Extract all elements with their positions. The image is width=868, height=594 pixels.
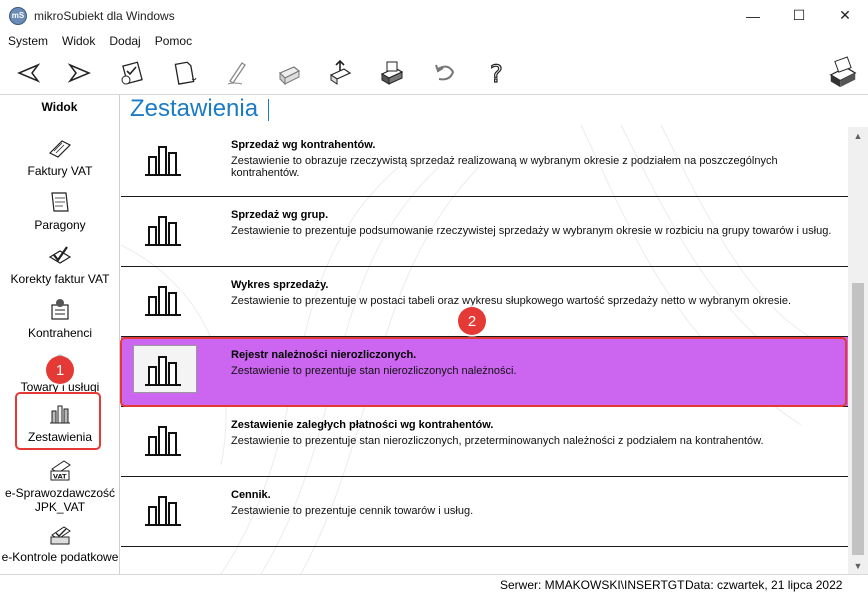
print-preview-icon <box>380 61 404 85</box>
forward-arrow-icon <box>67 62 91 83</box>
report-row-sprzedaz-kontrahentow[interactable]: Sprzedaż wg kontrahentów. Zestawienie to… <box>121 127 848 197</box>
contacts-icon <box>51 299 69 320</box>
print-button[interactable] <box>271 56 305 90</box>
sidebar: Widok Faktury VAT Paragony Korekty faktu… <box>0 95 120 574</box>
status-bar: Serwer: MMAKOWSKI\INSERTGT Data: czwarte… <box>0 574 868 594</box>
sidebar-title: Widok <box>41 100 78 114</box>
edit-button[interactable] <box>219 56 253 90</box>
sidebar-item-label: e-Kontrole podatkowe <box>1 550 119 564</box>
title-cursor <box>268 98 270 121</box>
help-button[interactable]: ? <box>479 56 513 90</box>
tax-control-icon <box>50 526 71 545</box>
annotation-highlight-sidebar <box>15 392 101 450</box>
svg-text:?: ? <box>490 60 503 87</box>
status-date: Data: czwartek, 21 lipca 2022 <box>685 578 843 592</box>
svg-text:VAT: VAT <box>53 473 67 481</box>
forward-button[interactable] <box>63 56 97 90</box>
toolbar: ? <box>0 51 868 95</box>
app-icon: mS <box>9 6 27 25</box>
print-preview-button[interactable] <box>375 56 409 90</box>
annotation-highlight-row <box>120 337 847 407</box>
maximize-button[interactable]: ☐ <box>776 0 822 31</box>
menu-widok[interactable]: Widok <box>62 34 95 48</box>
sidebar-item-kontrahenci[interactable]: Kontrahenci <box>0 297 120 340</box>
bar-chart-icon <box>145 496 181 526</box>
report-description: Zestawienie to prezentuje stan nierozlic… <box>231 435 764 447</box>
window-title: mikroSubiekt dla Windows <box>34 8 175 23</box>
correction-icon <box>48 246 72 264</box>
scroll-up-icon[interactable]: ▲ <box>848 127 868 144</box>
menu-system[interactable]: System <box>8 34 48 48</box>
checklist-button[interactable] <box>115 56 149 90</box>
report-description: Zestawienie to obrazuje rzeczywistą sprz… <box>231 155 778 179</box>
sidebar-item-label: Kontrahenci <box>27 326 93 340</box>
report-title: Sprzedaż wg grup. <box>231 209 329 221</box>
checklist-icon <box>121 60 143 84</box>
sidebar-item-label-2: JPK_VAT <box>34 500 86 514</box>
printer-icon <box>278 65 301 85</box>
sidebar-item-label: Korekty faktur VAT <box>10 272 110 286</box>
invoice-icon <box>48 140 72 158</box>
receipt-icon <box>51 192 69 212</box>
report-row-zalegle-platnosci[interactable]: Zestawienie zaległych płatności wg kontr… <box>121 407 848 477</box>
report-title: Zestawienie zaległych płatności wg kontr… <box>231 419 494 431</box>
report-title: Sprzedaż wg kontrahentów. <box>231 139 376 151</box>
sidebar-item-label: e-Sprawozdawczość <box>4 486 116 500</box>
minimize-button[interactable]: — <box>730 0 776 31</box>
sidebar-item-faktury-vat[interactable]: Faktury VAT <box>0 135 120 178</box>
new-document-button[interactable] <box>167 56 201 90</box>
help-icon: ? <box>489 59 503 87</box>
sidebar-item-label: Paragony <box>34 218 86 232</box>
export-arrow-icon <box>329 59 352 85</box>
main-panel: Zestawienia Sprzedaż wg kontrahentów. Ze… <box>121 95 848 574</box>
back-button[interactable] <box>11 56 45 90</box>
close-button[interactable]: ✕ <box>822 0 868 31</box>
report-row-cennik[interactable]: Cennik. Zestawienie to prezentuje cennik… <box>121 477 848 547</box>
edit-pen-icon <box>227 61 246 84</box>
back-arrow-icon <box>17 62 41 83</box>
status-server: Serwer: MMAKOWSKI\INSERTGT <box>500 578 685 592</box>
menu-pomoc[interactable]: Pomoc <box>155 34 192 48</box>
undo-icon <box>435 64 455 80</box>
bar-chart-icon <box>145 426 181 456</box>
scroll-thumb[interactable] <box>852 283 864 555</box>
bar-chart-icon <box>145 216 181 246</box>
export-button[interactable] <box>323 56 357 90</box>
scroll-down-icon[interactable]: ▼ <box>848 557 868 574</box>
vat-icon: VAT <box>50 460 71 481</box>
bar-chart-icon <box>145 286 181 316</box>
annotation-badge-2: 2 <box>458 307 486 335</box>
sidebar-item-label: Faktury VAT <box>27 164 93 178</box>
report-description: Zestawienie to prezentuje cennik towarów… <box>231 505 474 517</box>
report-title: Wykres sprzedaży. <box>231 279 329 291</box>
report-description: Zestawienie to prezentuje w postaci tabe… <box>231 295 792 307</box>
vertical-scrollbar[interactable]: ▲ ▼ <box>848 127 868 574</box>
report-row-sprzedaz-grup[interactable]: Sprzedaż wg grup. Zestawienie to prezent… <box>121 197 848 267</box>
page-title: Zestawienia <box>130 95 270 125</box>
sidebar-item-paragony[interactable]: Paragony <box>0 189 120 232</box>
report-description: Zestawienie to prezentuje podsumowanie r… <box>231 225 832 237</box>
title-bar: mS mikroSubiekt dla Windows — ☐ ✕ <box>0 0 868 31</box>
sidebar-item-jpk-vat[interactable]: VAT e-Sprawozdawczość JPK_VAT <box>0 457 120 514</box>
report-title: Cennik. <box>231 489 271 501</box>
bar-chart-icon <box>145 146 181 176</box>
undo-button[interactable] <box>427 56 461 90</box>
menu-bar: System Widok Dodaj Pomoc <box>0 31 868 51</box>
new-document-icon <box>174 61 197 85</box>
fax-printer-icon <box>829 56 857 88</box>
sidebar-item-korekty[interactable]: Korekty faktur VAT <box>0 243 120 286</box>
annotation-badge-1: 1 <box>46 356 74 384</box>
menu-dodaj[interactable]: Dodaj <box>109 34 140 48</box>
fax-printer-button[interactable] <box>826 55 860 91</box>
sidebar-item-e-kontrole[interactable]: e-Kontrole podatkowe <box>0 521 120 564</box>
